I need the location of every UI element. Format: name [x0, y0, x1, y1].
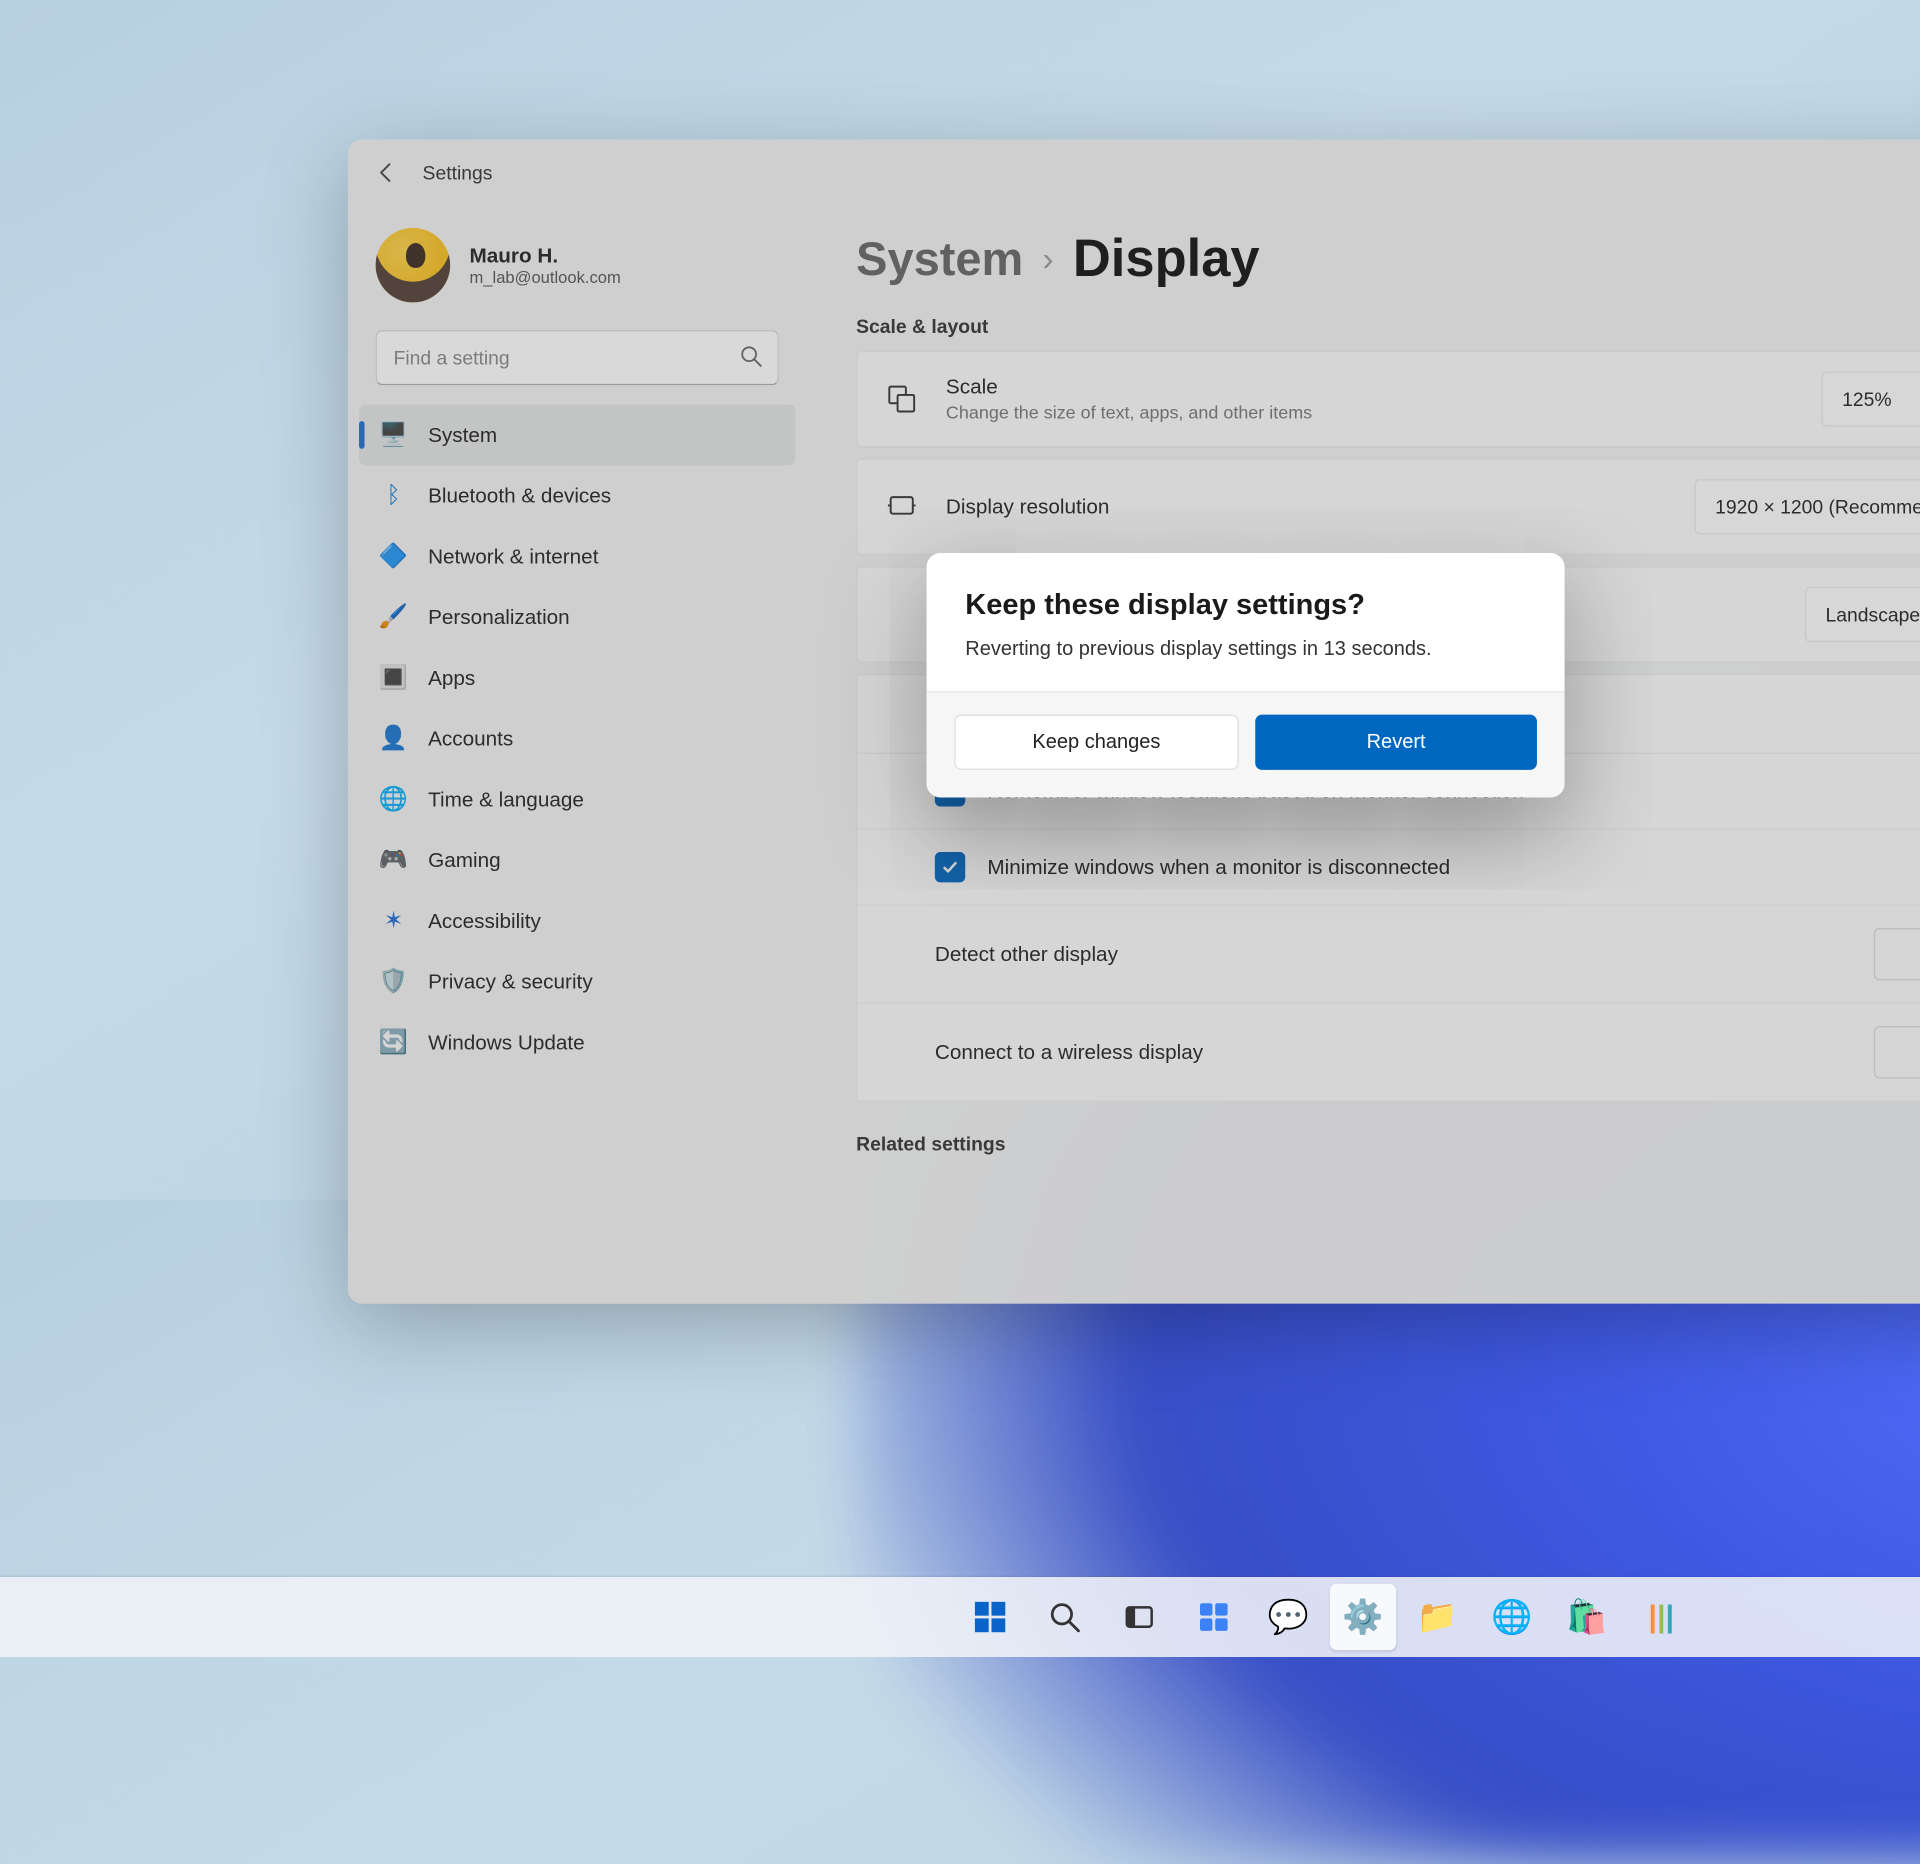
- search-icon: [1048, 1600, 1081, 1633]
- gear-icon: ⚙️: [1342, 1597, 1383, 1637]
- taskbar: 💬 ⚙️ 📁 🌐 🛍️ ||| ⌃ ☁️ 📍 📶 🔊 🔋 7:42 AM 2/2…: [0, 1577, 1920, 1657]
- dialog-title: Keep these display settings?: [965, 589, 1526, 622]
- taskbar-edge[interactable]: 🌐: [1479, 1584, 1545, 1650]
- taskbar-settings[interactable]: ⚙️: [1330, 1584, 1396, 1650]
- taskbar-app[interactable]: |||: [1628, 1584, 1694, 1650]
- keep-settings-dialog: Keep these display settings? Reverting t…: [927, 553, 1565, 797]
- revert-button[interactable]: Revert: [1255, 714, 1537, 769]
- windows-icon: [972, 1599, 1008, 1635]
- widgets[interactable]: [1181, 1584, 1247, 1650]
- start-button[interactable]: [957, 1584, 1023, 1650]
- folder-icon: 📁: [1417, 1597, 1458, 1637]
- taskbar-store[interactable]: 🛍️: [1554, 1584, 1620, 1650]
- dialog-message: Reverting to previous display settings i…: [965, 638, 1526, 660]
- taskbar-search[interactable]: [1032, 1584, 1098, 1650]
- task-view[interactable]: [1106, 1584, 1172, 1650]
- taskbar-chat[interactable]: 💬: [1255, 1584, 1321, 1650]
- taskview-icon: [1123, 1600, 1156, 1633]
- chat-icon: 💬: [1268, 1597, 1309, 1637]
- settings-window: Settings Mauro H. m_lab@outlook.com 🖥️Sy…: [348, 139, 1920, 1303]
- keep-changes-button[interactable]: Keep changes: [954, 714, 1238, 769]
- widgets-icon: [1197, 1600, 1230, 1633]
- bars-icon: |||: [1648, 1599, 1674, 1635]
- store-icon: 🛍️: [1566, 1597, 1607, 1637]
- taskbar-explorer[interactable]: 📁: [1404, 1584, 1470, 1650]
- edge-icon: 🌐: [1491, 1597, 1532, 1637]
